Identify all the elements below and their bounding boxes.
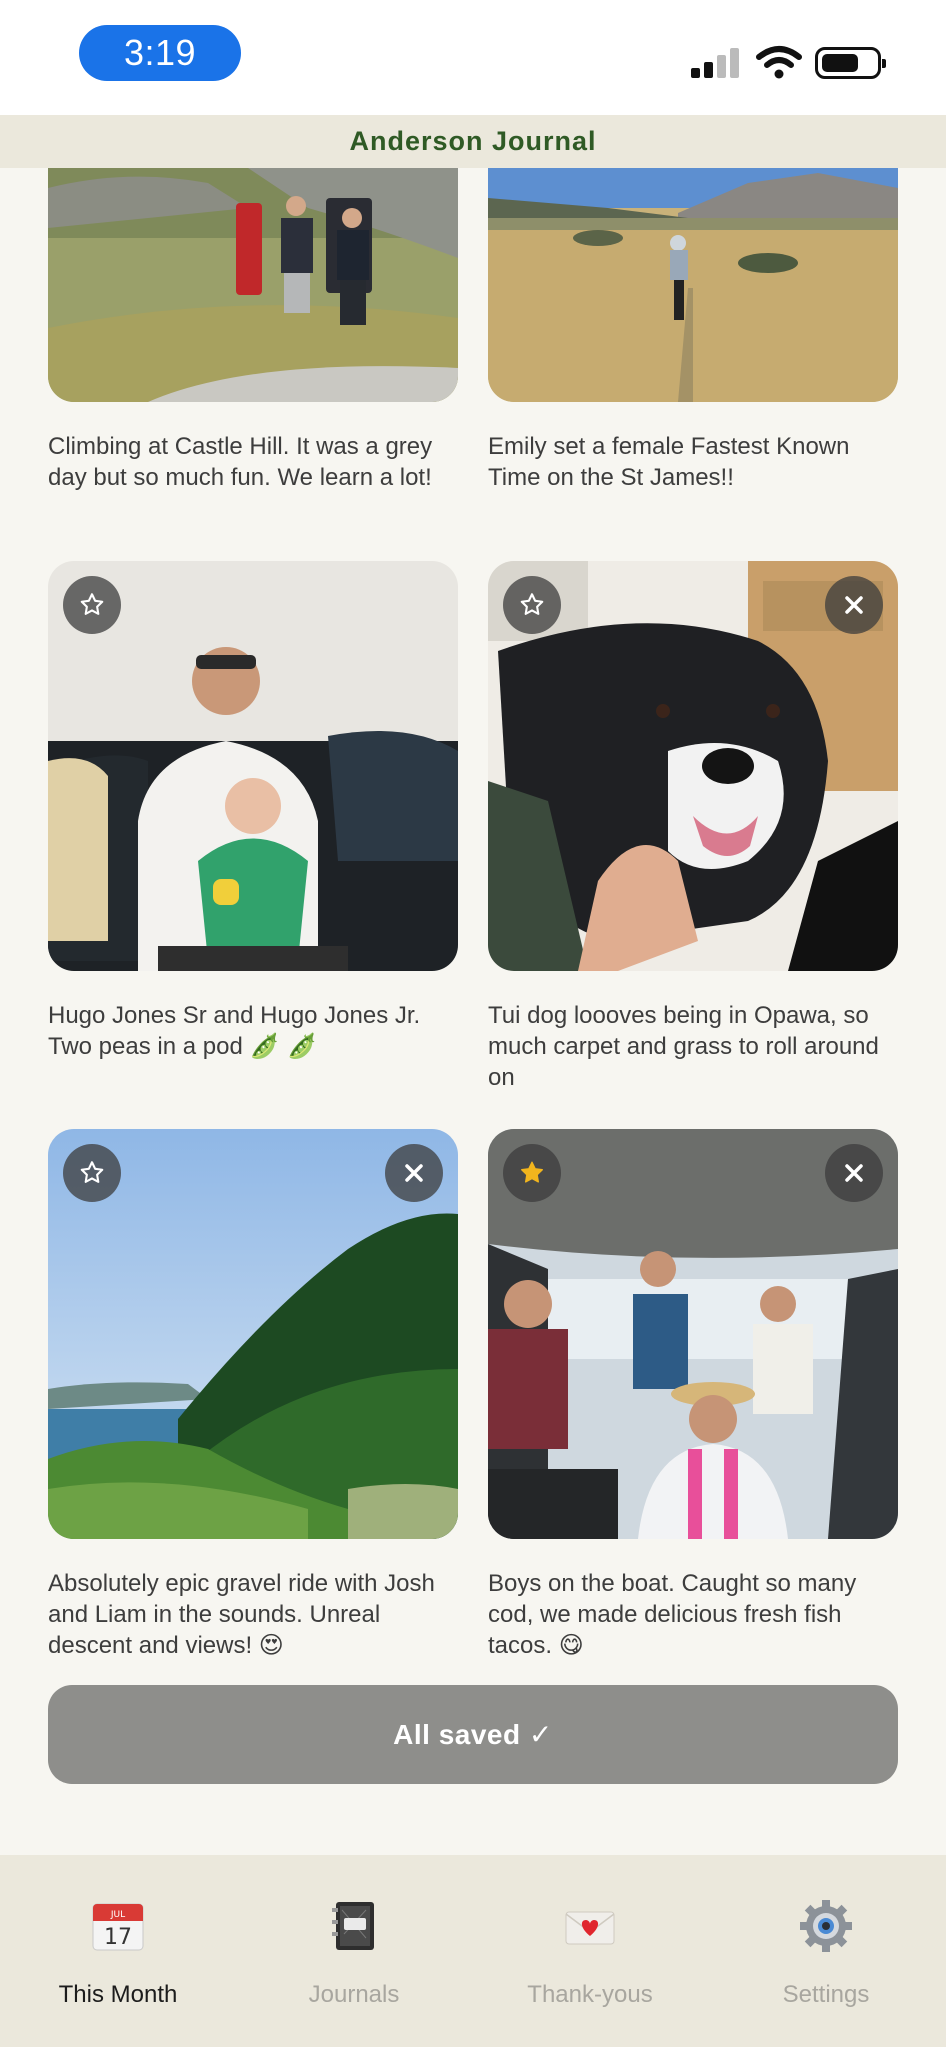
climbing-photo-image (48, 168, 458, 402)
battery-icon (815, 47, 886, 79)
bike-photo-image (488, 168, 898, 402)
post-caption: Climbing at Castle Hill. It was a grey d… (48, 433, 433, 491)
favorite-star-button[interactable] (63, 1144, 121, 1202)
gear-icon (800, 1900, 852, 1952)
photo-feed[interactable]: Climbing at Castle Hill. It was a grey d… (0, 168, 946, 1655)
post-card[interactable]: Hugo Jones Sr and Hugo Jones Jr. Two pea… (48, 561, 458, 1062)
tab-label: This Month (58, 1981, 178, 2008)
post-caption-text: Boys on the boat. Caught so many cod, we… (488, 1570, 857, 1655)
app-header: Anderson Journal (0, 115, 946, 168)
page-title: Anderson Journal (349, 126, 597, 156)
star-outline-icon (80, 1161, 104, 1183)
post-caption-text: Hugo Jones Sr and Hugo Jones Jr. Two pea… (48, 1002, 421, 1060)
status-time: 3:19 (79, 25, 241, 81)
post-photo-dog[interactable] (488, 561, 898, 971)
tab-label: Settings (782, 1981, 870, 2008)
love-letter-icon (565, 1911, 615, 1945)
post-photo-boat[interactable] (488, 1129, 898, 1539)
post-photo-climbing[interactable] (48, 168, 458, 402)
post-card[interactable]: Absolutely epic gravel ride with Josh an… (48, 1129, 458, 1655)
favorite-star-button[interactable] (63, 576, 121, 634)
tab-label: Journals (308, 1981, 400, 2008)
post-caption: Emily set a female Fastest Known Time on… (488, 433, 850, 491)
tab-settings[interactable]: Settings (708, 1855, 944, 2047)
post-caption-emoji: 😍 (258, 1631, 284, 1655)
post-photo-bike[interactable] (488, 168, 898, 402)
notebook-icon (332, 1902, 374, 1950)
post-caption: Boys on the boat. Caught so many cod, we… (488, 1568, 898, 1655)
remove-photo-button[interactable] (385, 1144, 443, 1202)
star-outline-icon (520, 593, 544, 615)
star-filled-icon (521, 1161, 543, 1183)
tab-thank-yous[interactable]: Thank-yous (472, 1855, 708, 2047)
save-area: All saved ✓ (0, 1655, 946, 1855)
post-card[interactable]: Climbing at Castle Hill. It was a grey d… (48, 168, 458, 493)
star-outline-icon (80, 593, 104, 615)
save-status-button[interactable]: All saved ✓ (48, 1685, 898, 1784)
tab-journals[interactable]: Journals (236, 1855, 472, 2047)
calendar-icon-month: JUL (110, 1910, 125, 1920)
favorite-star-button[interactable] (503, 576, 561, 634)
remove-photo-button[interactable] (825, 576, 883, 634)
favorite-star-button[interactable] (503, 1144, 561, 1202)
close-icon (405, 1164, 423, 1182)
calendar-icon: JUL 17 (92, 1903, 144, 1951)
close-icon (845, 596, 863, 614)
calendar-icon-day: 17 (104, 1925, 132, 1950)
tab-label: Thank-yous (527, 1981, 653, 2008)
tab-this-month[interactable]: JUL 17 This Month (0, 1855, 236, 2047)
post-caption-emoji: 🫛 🫛 (249, 1032, 317, 1060)
post-caption-text: Absolutely epic gravel ride with Josh an… (48, 1570, 435, 1655)
wifi-icon (756, 46, 802, 79)
post-caption: Hugo Jones Sr and Hugo Jones Jr. Two pea… (48, 1000, 458, 1062)
remove-photo-button[interactable] (825, 1144, 883, 1202)
post-card[interactable]: Boys on the boat. Caught so many cod, we… (488, 1129, 898, 1655)
post-card[interactable]: Emily set a female Fastest Known Time on… (488, 168, 898, 493)
post-photo-family[interactable] (48, 561, 458, 971)
post-caption: Tui dog loooves being in Opawa, so much … (488, 1002, 879, 1091)
status-bar: 3:19 (0, 0, 946, 115)
post-caption: Absolutely epic gravel ride with Josh an… (48, 1568, 458, 1655)
post-photo-gravel-ride[interactable] (48, 1129, 458, 1539)
post-card[interactable]: Tui dog loooves being in Opawa, so much … (488, 561, 898, 1093)
close-icon (845, 1164, 863, 1182)
post-caption-emoji: 😋 (558, 1631, 584, 1655)
cellular-signal-icon (691, 46, 743, 78)
tab-bar: JUL 17 This Month Journals Thank-yous Se… (0, 1855, 946, 2047)
